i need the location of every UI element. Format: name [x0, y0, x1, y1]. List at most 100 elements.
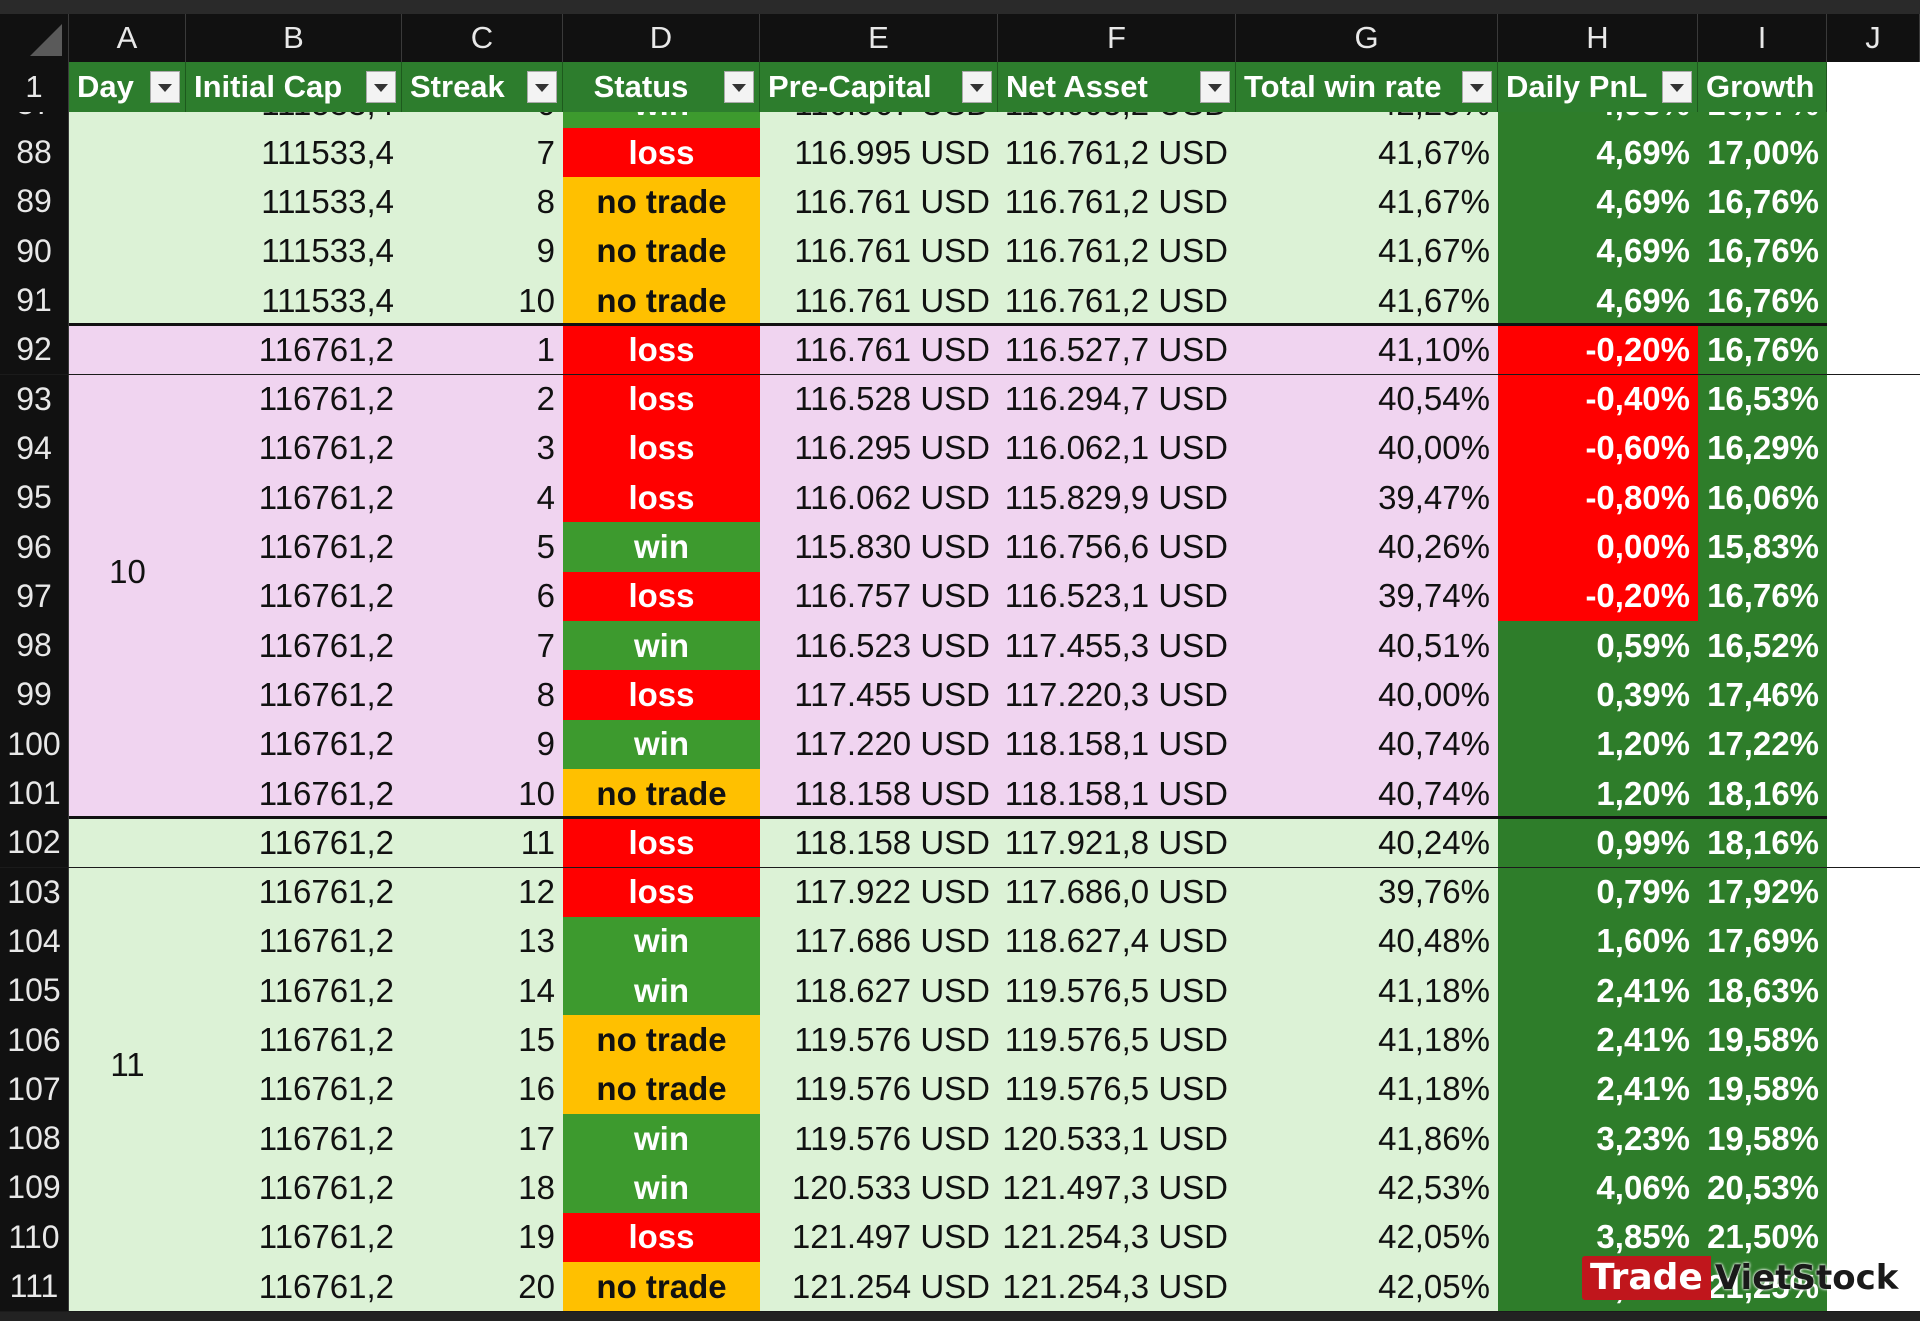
status-cell[interactable]: loss [563, 374, 760, 424]
growth-cell[interactable]: 16,52% [1698, 621, 1827, 671]
empty-cell-j[interactable] [1827, 719, 1920, 769]
streak-cell[interactable]: 9 [402, 719, 563, 769]
status-cell[interactable]: win [563, 719, 760, 769]
initial-cap-cell[interactable]: 111533,4 [186, 177, 402, 227]
empty-cell-j[interactable] [1827, 128, 1920, 178]
total-win-rate-cell[interactable]: 41,67% [1236, 226, 1498, 276]
column-header-j[interactable]: J [1827, 14, 1920, 62]
filter-dropdown-icon[interactable] [1200, 71, 1230, 103]
growth-cell[interactable]: 17,46% [1698, 670, 1827, 720]
streak-cell[interactable]: 8 [402, 670, 563, 720]
net-asset-cell[interactable]: 121.497,3 USD [998, 1163, 1236, 1213]
daily-pnl-cell[interactable]: 0,79% [1498, 867, 1698, 917]
initial-cap-cell[interactable]: 111533,4 [186, 128, 402, 178]
net-asset-cell[interactable]: 117.921,8 USD [998, 818, 1236, 868]
daily-pnl-cell[interactable]: 0,00% [1498, 522, 1698, 572]
status-cell[interactable]: win [563, 112, 760, 128]
net-asset-cell[interactable]: 121.254,3 USD [998, 1261, 1236, 1312]
total-win-rate-cell[interactable]: 39,74% [1236, 571, 1498, 621]
net-asset-cell[interactable]: 116.756,6 USD [998, 522, 1236, 572]
row-number[interactable]: 101 [0, 768, 69, 819]
filter-dropdown-icon[interactable] [366, 71, 396, 103]
status-cell[interactable]: win [563, 916, 760, 967]
empty-cell-j[interactable] [1827, 522, 1920, 572]
growth-cell[interactable]: 16,29% [1698, 423, 1827, 474]
initial-cap-cell[interactable]: 116761,2 [186, 916, 402, 967]
status-cell[interactable]: win [563, 966, 760, 1016]
growth-cell[interactable]: 19,58% [1698, 1114, 1827, 1164]
empty-cell-j[interactable] [1827, 112, 1920, 128]
initial-cap-cell[interactable]: 116761,2 [186, 1212, 402, 1262]
status-cell[interactable]: win [563, 1163, 760, 1213]
growth-cell[interactable]: 16,76% [1698, 177, 1827, 227]
pre-capital-cell[interactable]: 117.455 USD [760, 670, 998, 720]
row-number[interactable]: 110 [0, 1212, 69, 1262]
empty-cell-j[interactable] [1827, 1212, 1920, 1262]
row-number[interactable]: 95 [0, 473, 69, 523]
row-number[interactable]: 105 [0, 966, 69, 1016]
streak-cell[interactable]: 10 [402, 275, 563, 326]
status-cell[interactable]: loss [563, 473, 760, 523]
net-asset-cell[interactable]: 116.761,2 USD [998, 177, 1236, 227]
daily-pnl-cell[interactable]: 4,69% [1498, 128, 1698, 178]
pre-capital-cell[interactable]: 116.761 USD [760, 275, 998, 326]
column-header-d[interactable]: D [563, 14, 760, 62]
initial-cap-cell[interactable]: 116761,2 [186, 1261, 402, 1312]
streak-cell[interactable]: 2 [402, 374, 563, 424]
row-number[interactable]: 111 [0, 1261, 69, 1312]
daily-pnl-cell[interactable]: 4,69% [1498, 177, 1698, 227]
streak-cell[interactable]: 19 [402, 1212, 563, 1262]
net-asset-cell[interactable]: 116.761,2 USD [998, 226, 1236, 276]
streak-cell[interactable]: 3 [402, 423, 563, 474]
row-number[interactable]: 108 [0, 1114, 69, 1164]
status-cell[interactable]: loss [563, 867, 760, 917]
streak-cell[interactable]: 17 [402, 1114, 563, 1164]
status-cell[interactable]: no trade [563, 768, 760, 819]
status-cell[interactable]: loss [563, 670, 760, 720]
growth-cell[interactable]: 18,63% [1698, 966, 1827, 1016]
column-header-a[interactable]: A [69, 14, 186, 62]
growth-cell[interactable]: 16,76% [1698, 571, 1827, 621]
initial-cap-cell[interactable]: 111533,4 [186, 275, 402, 326]
status-cell[interactable]: no trade [563, 275, 760, 326]
growth-cell[interactable]: 19,58% [1698, 1015, 1827, 1065]
growth-cell[interactable]: 17,69% [1698, 916, 1827, 967]
status-cell[interactable]: win [563, 1114, 760, 1164]
daily-pnl-cell[interactable]: 0,59% [1498, 621, 1698, 671]
column-header-c[interactable]: C [402, 14, 563, 62]
empty-cell-j[interactable] [1827, 275, 1920, 326]
status-cell[interactable]: loss [563, 571, 760, 621]
empty-cell-j[interactable] [1827, 768, 1920, 819]
pre-capital-cell[interactable]: 117.220 USD [760, 719, 998, 769]
total-win-rate-cell[interactable]: 41,67% [1236, 177, 1498, 227]
row-number[interactable]: 99 [0, 670, 69, 720]
streak-cell[interactable]: 9 [402, 226, 563, 276]
growth-cell[interactable]: 16,76% [1698, 275, 1827, 326]
initial-cap-cell[interactable]: 116761,2 [186, 867, 402, 917]
net-asset-cell[interactable]: 116.062,1 USD [998, 423, 1236, 474]
status-cell[interactable]: no trade [563, 226, 760, 276]
total-win-rate-cell[interactable]: 40,51% [1236, 621, 1498, 671]
net-asset-cell[interactable]: 116.761,2 USD [998, 275, 1236, 326]
net-asset-cell[interactable]: 118.627,4 USD [998, 916, 1236, 967]
empty-cell-j[interactable] [1827, 325, 1920, 375]
total-win-rate-cell[interactable]: 39,47% [1236, 473, 1498, 523]
row-number[interactable]: 87 [0, 112, 69, 128]
streak-cell[interactable]: 6 [402, 571, 563, 621]
daily-pnl-cell[interactable]: -0,20% [1498, 325, 1698, 375]
streak-cell[interactable]: 14 [402, 966, 563, 1016]
row-number[interactable]: 89 [0, 177, 69, 227]
total-win-rate-cell[interactable]: 42,05% [1236, 1261, 1498, 1312]
net-asset-cell[interactable]: 116.995,2 USD [998, 112, 1236, 128]
initial-cap-cell[interactable]: 116761,2 [186, 325, 402, 375]
status-cell[interactable]: loss [563, 325, 760, 375]
pre-capital-cell[interactable]: 117.686 USD [760, 916, 998, 967]
pre-capital-cell[interactable]: 119.576 USD [760, 1015, 998, 1065]
row-number[interactable]: 103 [0, 867, 69, 917]
row-number-header[interactable]: 1 [0, 62, 69, 112]
row-number[interactable]: 91 [0, 275, 69, 326]
growth-cell[interactable]: 17,00% [1698, 128, 1827, 178]
row-number[interactable]: 92 [0, 325, 69, 375]
row-number[interactable]: 107 [0, 1064, 69, 1114]
daily-pnl-cell[interactable]: -0,40% [1498, 374, 1698, 424]
